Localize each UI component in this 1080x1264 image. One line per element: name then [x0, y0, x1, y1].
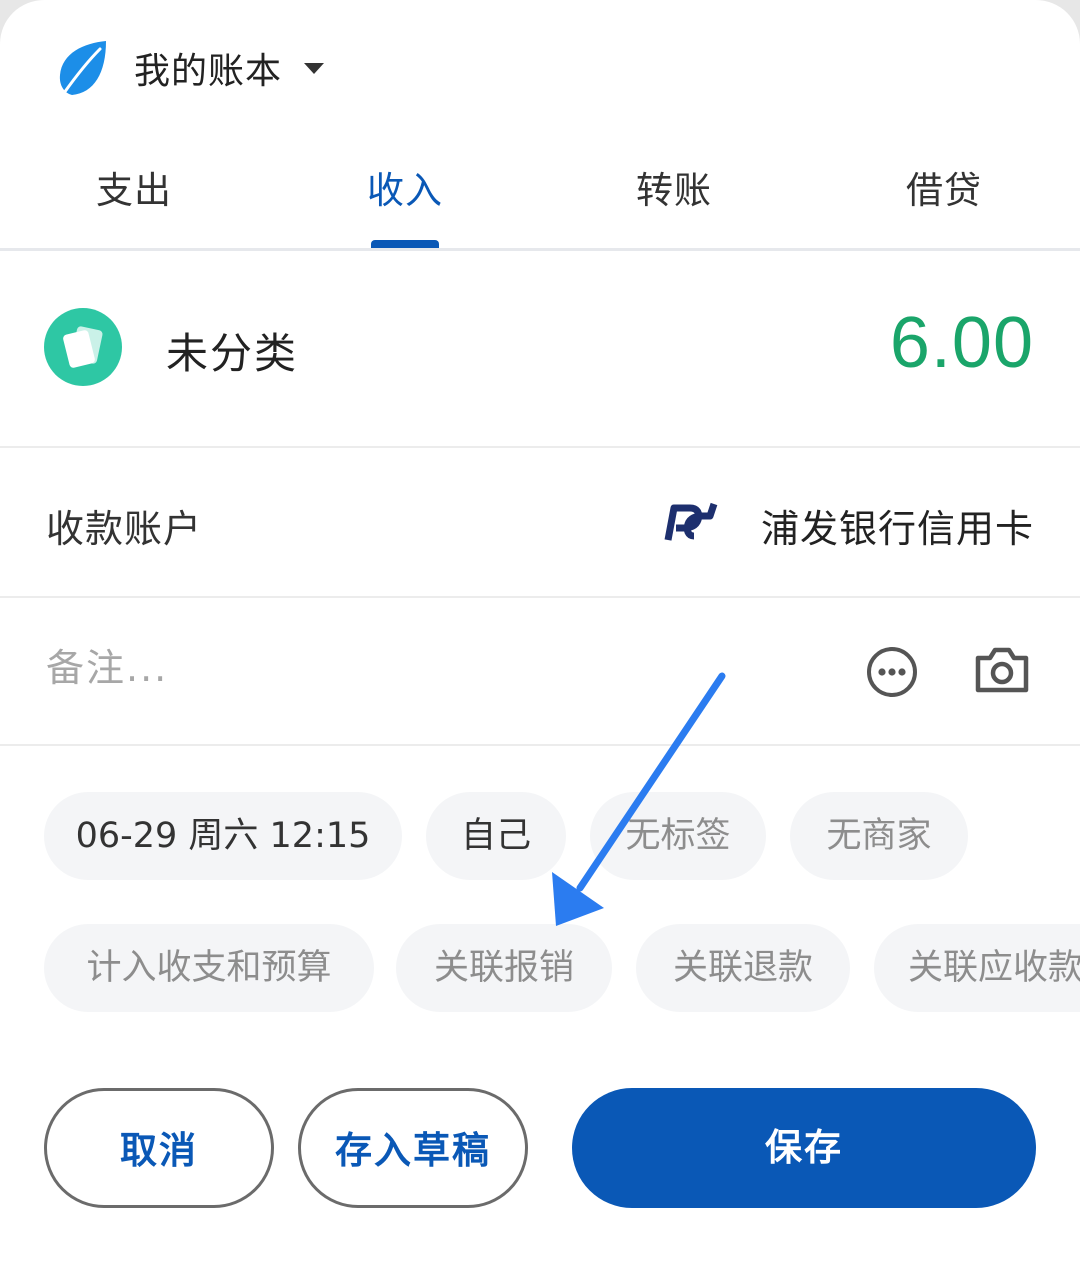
cancel-button[interactable]: 取消 [44, 1088, 274, 1208]
category-row[interactable]: 未分类 6.00 [0, 250, 1080, 448]
tab-expense[interactable]: 支出 [34, 160, 234, 214]
chip-datetime[interactable]: 06-29 周六 12:15 [44, 792, 402, 880]
tab-income[interactable]: 收入 [305, 160, 505, 214]
chip-include-budget[interactable]: 计入收支和预算 [44, 924, 374, 1012]
book-title: 我的账本 [134, 51, 283, 92]
card-icon [44, 308, 122, 386]
account-value: 浦发银行信用卡 [760, 507, 1034, 551]
chip-link-receivable[interactable]: 关联应收款 [874, 924, 1080, 1012]
book-selector[interactable]: 我的账本 [56, 36, 325, 100]
chip-merchant[interactable]: 无商家 [790, 792, 968, 880]
more-options-icon[interactable] [866, 646, 918, 698]
chip-link-reimbursement[interactable]: 关联报销 [396, 924, 612, 1012]
record-sheet: 我的账本 支出 收入 转账 借贷 未分类 6.00 收款账户 浦发银行信用卡 备… [0, 0, 1080, 1264]
tab-transfer[interactable]: 转账 [574, 160, 774, 214]
tab-loan[interactable]: 借贷 [844, 160, 1044, 214]
type-tabs: 支出 收入 转账 借贷 [0, 140, 1080, 251]
tab-active-indicator [371, 240, 439, 248]
category-label: 未分类 [166, 329, 299, 378]
leaf-icon [59, 41, 106, 95]
note-input[interactable] [46, 646, 646, 690]
caret-down-icon [304, 62, 325, 74]
chip-link-refund[interactable]: 关联退款 [636, 924, 850, 1012]
account-row[interactable]: 收款账户 浦发银行信用卡 [0, 448, 1080, 598]
account-label: 收款账户 [46, 507, 203, 551]
chip-member[interactable]: 自己 [426, 792, 566, 880]
note-row [0, 598, 1080, 746]
camera-icon[interactable] [974, 644, 1030, 696]
amount-display[interactable]: 6.00 [890, 302, 1034, 384]
save-draft-button[interactable]: 存入草稿 [298, 1088, 528, 1208]
chip-tag[interactable]: 无标签 [590, 792, 766, 880]
save-button[interactable]: 保存 [572, 1088, 1036, 1208]
spdb-bank-logo-icon [664, 502, 718, 541]
